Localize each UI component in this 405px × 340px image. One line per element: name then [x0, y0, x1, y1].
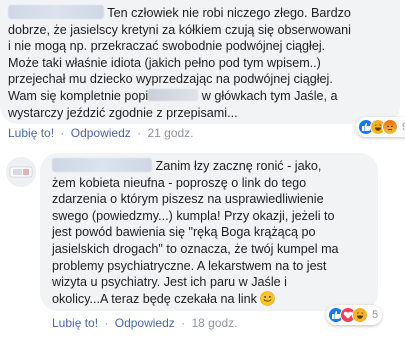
comment-text: wizyta u psychiatry. Jest ich paru w Jaś…: [52, 275, 287, 290]
author-name-redacted[interactable]: [8, 5, 104, 19]
comment-text: jasielskich drogach" to oznacza, że twój…: [52, 241, 339, 256]
timestamp[interactable]: 18 godz.: [191, 316, 237, 330]
comment-text: Może taki właśnie idiota (jakich pełno p…: [8, 55, 321, 70]
comment-text: Zanim łzy zacznę ronić - jako,: [155, 159, 322, 173]
haha-icon: [352, 307, 368, 323]
reactions-summary[interactable]: 9: [356, 117, 405, 137]
comment-text: Ten człowiek nie robi niczego złego. Bar…: [107, 6, 351, 20]
censored-word: [148, 88, 199, 101]
angry-icon: [382, 119, 398, 135]
comment-actions: Lubię to! · Odpowiedz · 21 godz.: [8, 126, 194, 140]
comment-text: okolicy...A teraz będę czekała na link: [52, 291, 257, 306]
comment-text: jest powód bawienia się "ręką Boga krążą…: [52, 225, 316, 240]
reply-link[interactable]: Odpowiedz: [115, 316, 175, 330]
comment-text: problemy psychiatryczne. A lekarstwem na…: [52, 258, 327, 273]
like-link[interactable]: Lubię to!: [52, 316, 98, 330]
comment-text: dobrze, że jasielscy kretyni za kółkiem …: [8, 22, 351, 37]
comment-actions: Lubię to! · Odpowiedz · 18 godz.: [52, 316, 238, 330]
comment-text: żem kobieta nieufna - poproszę o link do…: [52, 175, 307, 190]
avatar[interactable]: [6, 157, 36, 187]
reactions-summary[interactable]: 5: [326, 305, 383, 325]
smile-emoji-icon: [260, 290, 276, 311]
reply-link[interactable]: Odpowiedz: [71, 126, 131, 140]
comment-text: Wam się kompletnie popi: [8, 88, 149, 103]
comment-bubble: Zanim łzy zacznę ronić - jako, żem kobie…: [40, 153, 378, 311]
timestamp[interactable]: 21 godz.: [147, 126, 193, 140]
comment-text: zdarzenia o którym piszesz na usprawiedl…: [52, 192, 324, 207]
comment-text: i nie mogą np. przekraczać swobodnie pod…: [8, 39, 326, 54]
comment-text: przejechał mu dziecko wyprzedzając na po…: [8, 72, 333, 87]
comment-text: wystarczy jeździć zgodnie z przepisami..…: [8, 105, 238, 120]
author-name-redacted[interactable]: [52, 158, 152, 172]
like-link[interactable]: Lubię to!: [8, 126, 54, 140]
comment-text: w główkach tym Jaśle, a: [201, 88, 338, 103]
comment-bubble: Ten człowiek nie robi niczego złego. Bar…: [0, 0, 400, 124]
comment-text: swego (powiedzmy...) kumpla! Przy okazji…: [52, 208, 335, 223]
reaction-count: 5: [372, 309, 379, 321]
